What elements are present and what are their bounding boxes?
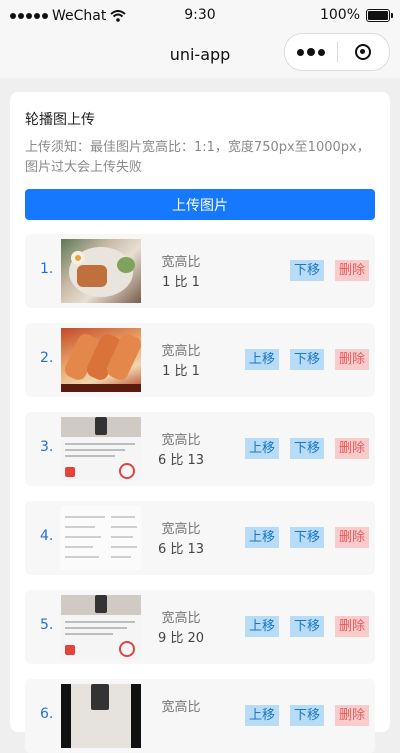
list-item: 1. 宽高比 1 比 1 下移 删除 <box>25 234 375 308</box>
upload-card: 轮播图上传 上传须知：最佳图片宽高比：1:1，宽度750px至1000px，图片… <box>10 92 390 753</box>
item-index: 6. <box>40 706 54 722</box>
image-thumbnail[interactable] <box>61 417 141 481</box>
ratio-value: 1 比 1 <box>162 275 200 290</box>
upload-notice: 上传须知：最佳图片宽高比：1:1，宽度750px至1000px，图片过大会上传失… <box>25 140 370 175</box>
more-icon[interactable] <box>285 34 337 70</box>
ratio-label: 宽高比 <box>161 700 201 715</box>
list-item: 5. 宽高比 9 比 20 上移 下移 删除 <box>25 590 375 664</box>
status-bar: WeChat 9:30 100% <box>0 0 400 32</box>
move-down-button[interactable]: 下移 <box>290 438 324 459</box>
close-mini-program-button[interactable] <box>338 34 390 70</box>
target-icon <box>355 44 372 60</box>
move-down-button[interactable]: 下移 <box>290 705 324 726</box>
image-thumbnail[interactable] <box>61 506 141 570</box>
delete-button[interactable]: 删除 <box>335 616 369 637</box>
move-up-button[interactable]: 上移 <box>245 527 279 548</box>
image-thumbnail[interactable] <box>61 239 141 303</box>
ratio-label: 宽高比 <box>161 522 201 537</box>
item-index: 1. <box>40 261 54 277</box>
mini-program-capsule <box>284 33 390 71</box>
list-item: 6. 宽高比 上移 下移 删除 <box>25 679 375 753</box>
upload-image-button[interactable]: 上传图片 <box>25 189 375 220</box>
ratio-label: 宽高比 <box>161 611 201 626</box>
list-item: 3. 宽高比 6 比 13 上移 下移 删除 <box>25 412 375 486</box>
nav-bar: uni-app <box>0 32 400 78</box>
list-item: 4. 宽高比 6 比 13 上移 下移 删除 <box>25 501 375 575</box>
delete-button[interactable]: 删除 <box>335 349 369 370</box>
delete-button[interactable]: 删除 <box>335 527 369 548</box>
ratio-value: 6 比 13 <box>157 542 205 557</box>
move-down-button[interactable]: 下移 <box>290 616 324 637</box>
image-thumbnail[interactable] <box>61 328 141 392</box>
move-up-button[interactable]: 上移 <box>245 705 279 726</box>
delete-button[interactable]: 删除 <box>335 438 369 459</box>
move-down-button[interactable]: 下移 <box>290 260 324 281</box>
delete-button[interactable]: 删除 <box>335 705 369 726</box>
status-right: 100% <box>319 7 393 23</box>
list-item: 2. 宽高比 1 比 1 上移 下移 删除 <box>25 323 375 397</box>
ratio-label: 宽高比 <box>161 433 201 448</box>
battery-percent: 100% <box>319 7 360 23</box>
image-thumbnail[interactable] <box>61 684 141 748</box>
battery-icon <box>366 8 393 22</box>
ratio-label: 宽高比 <box>161 255 201 270</box>
ratio-value: 9 比 20 <box>157 631 205 646</box>
ratio-label: 宽高比 <box>161 344 201 359</box>
move-up-button[interactable]: 上移 <box>245 438 279 459</box>
move-up-button[interactable]: 上移 <box>245 349 279 370</box>
item-index: 4. <box>40 528 54 544</box>
move-down-button[interactable]: 下移 <box>290 527 324 548</box>
ratio-value: 1 比 1 <box>162 364 200 379</box>
ratio-value: 6 比 13 <box>157 453 205 468</box>
move-up-button[interactable]: 上移 <box>245 616 279 637</box>
move-down-button[interactable]: 下移 <box>290 349 324 370</box>
image-thumbnail[interactable] <box>61 595 141 659</box>
item-index: 5. <box>40 617 54 633</box>
item-index: 3. <box>40 439 54 455</box>
section-title: 轮播图上传 <box>25 112 95 128</box>
delete-button[interactable]: 删除 <box>335 260 369 281</box>
item-index: 2. <box>40 350 54 366</box>
